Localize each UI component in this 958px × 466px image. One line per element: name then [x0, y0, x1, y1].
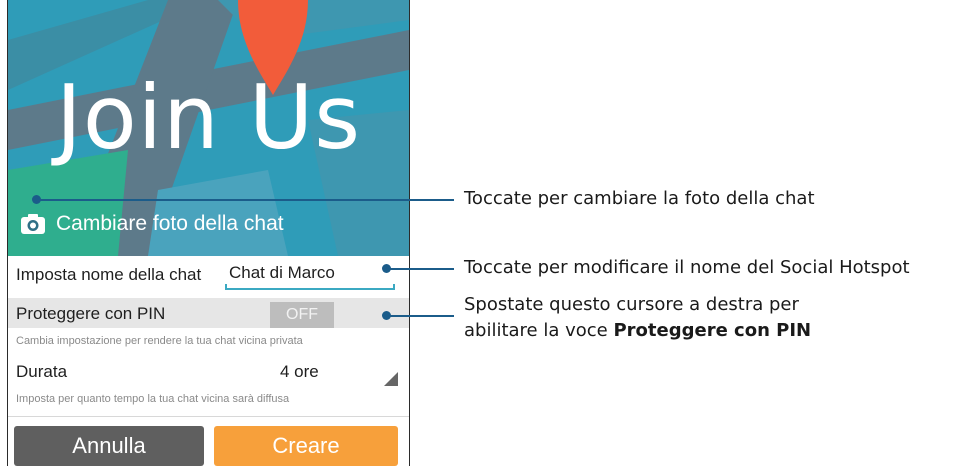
input-edge-left: [225, 284, 227, 290]
callout-pin-prefix: abilitare la voce: [464, 320, 614, 341]
chat-name-input[interactable]: Chat di Marco: [225, 260, 395, 290]
change-photo-label: Cambiare foto della chat: [56, 212, 284, 235]
dropdown-triangle-icon: [384, 372, 398, 386]
camera-icon: [21, 214, 45, 234]
chat-name-row: Imposta nome della chat Chat di Marco: [8, 256, 409, 298]
create-button[interactable]: Creare: [214, 426, 398, 466]
duration-hint: Imposta per quanto tempo la tua chat vic…: [16, 393, 290, 405]
callout-pin-line1: Spostate questo cursore a destra per: [464, 294, 799, 315]
chat-name-value: Chat di Marco: [229, 263, 335, 282]
callout-pin-bold: Proteggere con PIN: [613, 320, 812, 341]
callout-line-name: [386, 268, 454, 270]
callout-name: Toccate per modificare il nome del Socia…: [464, 257, 910, 278]
callout-photo: Toccate per cambiare la foto della chat: [464, 188, 815, 209]
pin-hint: Cambia impostazione per rendere la tua c…: [16, 335, 303, 347]
pin-toggle[interactable]: OFF: [270, 302, 334, 328]
cancel-button[interactable]: Annulla: [14, 426, 204, 466]
duration-select[interactable]: 4 ore: [274, 358, 398, 386]
pin-row: Proteggere con PIN OFF: [8, 298, 409, 328]
chat-name-label: Imposta nome della chat: [16, 265, 202, 284]
input-edge-right: [393, 284, 395, 290]
callout-line-pin: [386, 315, 454, 317]
divider: [8, 416, 409, 417]
pin-label: Proteggere con PIN: [16, 304, 166, 323]
duration-label: Durata: [16, 362, 68, 381]
hero-title: Join Us: [55, 66, 362, 169]
callout-pin-line2: abilitare la voce Proteggere con PIN: [464, 318, 811, 344]
chat-photo[interactable]: Join Us Cambiare foto della chat: [8, 0, 409, 256]
change-photo-button[interactable]: Cambiare foto della chat: [20, 212, 284, 236]
phone-screen: Join Us Cambiare foto della chat Imposta…: [7, 0, 410, 466]
callout-pin: Spostate questo cursore a destra per abi…: [464, 292, 811, 344]
callout-line-photo: [36, 199, 454, 201]
duration-value: 4 ore: [280, 362, 319, 381]
